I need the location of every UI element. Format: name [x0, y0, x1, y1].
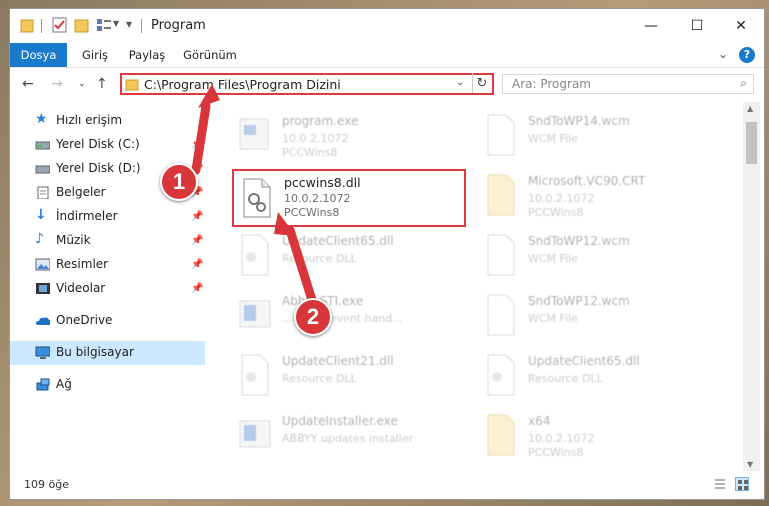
callout-arrows [191, 84, 317, 305]
callout-badge-2: 2 [294, 298, 332, 336]
callout-badge-1: 1 [160, 163, 198, 201]
